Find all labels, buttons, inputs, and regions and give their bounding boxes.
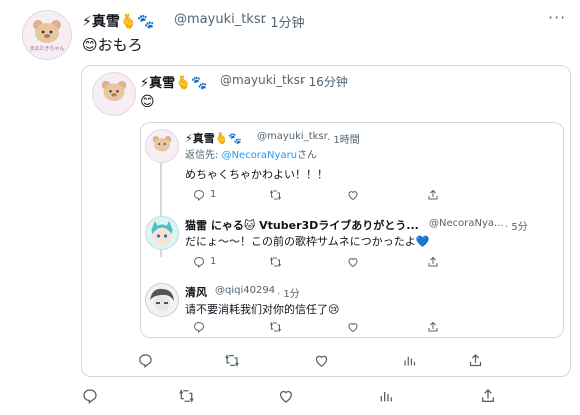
reply3-handle[interactable]: @qiqi40294 (215, 285, 275, 296)
reply-to-prefix: 返信先: (185, 150, 222, 161)
share-icon[interactable] (427, 256, 439, 268)
retweet-icon[interactable] (269, 321, 282, 333)
avatar-caption: まのたきちゃん (29, 46, 65, 52)
outer-time[interactable]: · 1分钟 (262, 12, 305, 31)
more-options-icon[interactable]: ··· (548, 8, 566, 27)
reply1-text: めちゃくちゃかわよい！！！ (185, 168, 328, 181)
views-icon[interactable] (402, 353, 417, 368)
quoted-tweet-card[interactable]: ⚡真雪🫰🐾 @mayuki_tksr · 16分钟 😊 ⚡真雪🫰🐾 @mayuk… (81, 65, 571, 377)
like-icon[interactable] (278, 388, 294, 404)
outer-handle[interactable]: @mayuki_tksr (174, 12, 266, 27)
reply1-reply-count: 1 (210, 189, 217, 200)
share-icon[interactable] (427, 189, 439, 201)
reply3-time[interactable]: · 1分 (277, 285, 300, 300)
inner-replies-card[interactable]: ⚡真雪🫰🐾 @mayuki_tksr · 1時間 返信先: @NecoraNya… (140, 122, 564, 338)
reply-to-line: 返信先: @NecoraNyaruさん (185, 146, 317, 161)
reply-to-mention[interactable]: @NecoraNyaru (222, 150, 297, 161)
reply2-actions: 1 (185, 256, 555, 270)
like-icon[interactable] (347, 321, 359, 333)
reply3-actions (185, 321, 555, 335)
outer-display-name[interactable]: ⚡真雪🫰🐾 (82, 11, 155, 31)
reply2-time[interactable]: · 5分 (505, 218, 528, 233)
quoted-handle[interactable]: @mayuki_tksr (220, 73, 305, 87)
outer-tweet-text: 😊おもろ (82, 36, 143, 54)
reply2-handle[interactable]: @NecoraNya... (429, 218, 504, 229)
outer-actions (82, 388, 572, 406)
retweet-icon[interactable] (269, 256, 282, 268)
quoted-display-name[interactable]: ⚡真雪🫰🐾 (140, 72, 208, 91)
reply2-display-name[interactable]: 猫雷 にゃる🐱 Vtuber3Dライブありがとう... (185, 217, 419, 233)
share-icon[interactable] (468, 353, 483, 368)
reply1-avatar[interactable] (145, 129, 179, 163)
reply3-display-name[interactable]: 清风 (185, 284, 207, 300)
retweet-icon[interactable] (178, 388, 195, 404)
outer-avatar[interactable]: まのたきちゃん (22, 10, 72, 60)
reply-icon[interactable] (138, 353, 153, 368)
sketch-avatar-icon (146, 284, 178, 316)
retweet-icon[interactable] (224, 353, 240, 368)
reply-icon[interactable] (193, 256, 205, 268)
quoted-time[interactable]: · 16分钟 (301, 73, 348, 90)
reply-to-suffix: さん (297, 150, 318, 161)
quoted-tweet-text: 😊 (140, 94, 155, 110)
retweet-icon[interactable] (269, 189, 282, 201)
reply1-actions: 1 (185, 189, 555, 203)
bear-avatar-icon (146, 130, 178, 162)
bear-avatar-icon (93, 73, 135, 115)
reply-icon[interactable] (193, 321, 205, 333)
quoted-actions (138, 353, 558, 369)
reply3-text: 请不要消耗我们对你的信任了😢 (185, 303, 340, 316)
quoted-avatar[interactable] (92, 72, 136, 116)
reply1-time[interactable]: · 1時間 (327, 131, 360, 146)
like-icon[interactable] (347, 256, 359, 268)
like-icon[interactable] (347, 189, 359, 201)
reply1-display-name[interactable]: ⚡真雪🫰🐾 (185, 130, 242, 146)
cat-girl-avatar-icon (146, 217, 178, 249)
reply-icon[interactable] (82, 388, 98, 404)
views-icon[interactable] (378, 388, 394, 404)
share-icon[interactable] (480, 388, 496, 404)
share-icon[interactable] (427, 321, 439, 333)
reply1-handle[interactable]: @mayuki_tksr (257, 131, 328, 142)
like-icon[interactable] (314, 353, 329, 368)
reply3-avatar[interactable] (145, 283, 179, 317)
reply2-reply-count: 1 (210, 256, 217, 267)
reply-icon[interactable] (193, 189, 205, 201)
reply2-avatar[interactable] (145, 216, 179, 250)
reply2-text: だにょ～～！この前の歌枠サムネにつかったよ💙 (185, 235, 430, 248)
